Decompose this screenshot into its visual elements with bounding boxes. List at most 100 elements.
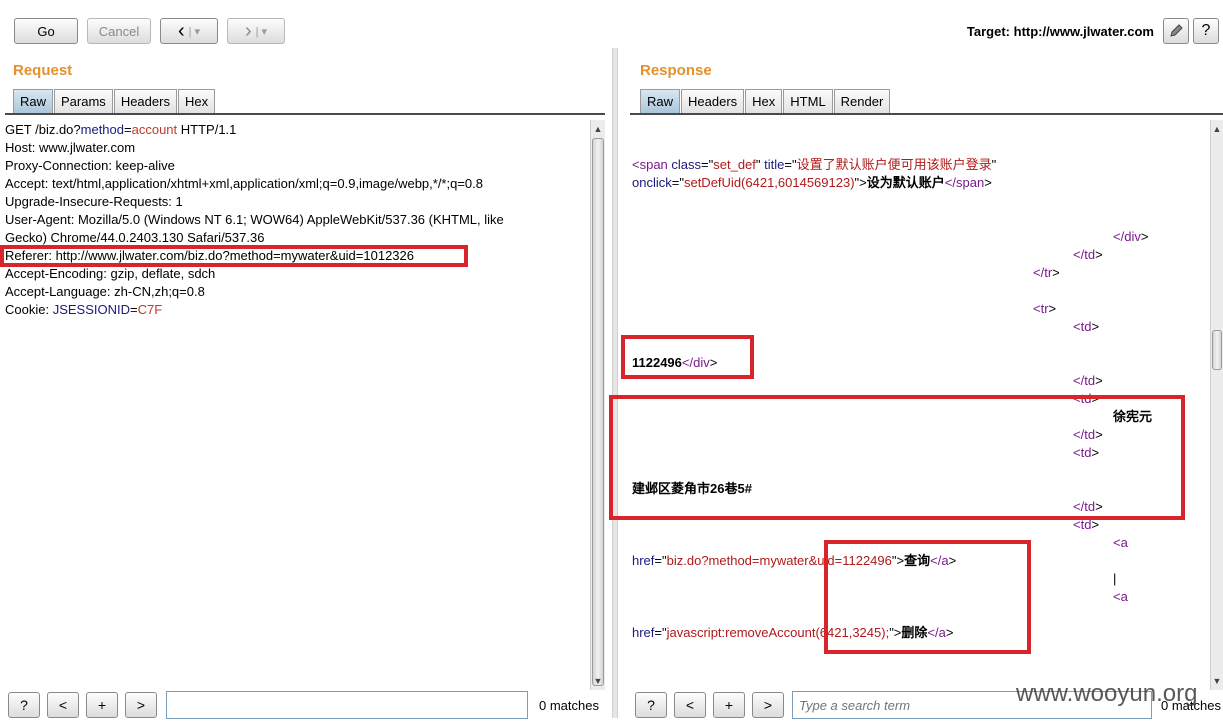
response-token: <	[1113, 535, 1121, 550]
request-tabs: Raw Params Headers Hex	[13, 89, 216, 113]
response-token: tr	[1040, 301, 1049, 316]
request-token: account	[131, 122, 178, 137]
request-token: =	[124, 122, 132, 137]
response-token: td	[1080, 319, 1092, 334]
request-search-input[interactable]	[166, 691, 528, 719]
tab-headers[interactable]: Headers	[681, 89, 745, 113]
go-button[interactable]: Go	[14, 18, 78, 44]
request-line: Cookie: JSESSIONID=C7F	[5, 301, 162, 319]
response-token: >	[1091, 319, 1100, 334]
response-token: <	[1073, 319, 1081, 334]
tab-hex[interactable]: Hex	[177, 89, 216, 113]
response-token: onclick	[632, 175, 672, 190]
response-next-button[interactable]: >	[752, 692, 784, 718]
response-token: ="	[654, 553, 667, 568]
request-line: Accept: text/html,application/xhtml+xml,…	[5, 175, 483, 193]
request-token: JSESSIONID	[52, 302, 130, 317]
request-token: Accept-Encoding: gzip, deflate, sdch	[5, 266, 216, 281]
response-token: ">	[854, 175, 867, 190]
tab-hex[interactable]: Hex	[745, 89, 783, 113]
tab-headers[interactable]: Headers	[113, 89, 177, 113]
request-token: Gecko) Chrome/44.0.2403.130 Safari/537.3…	[5, 230, 265, 245]
response-line: <span class="set_def" title="设置了默认账户便可用该…	[632, 156, 996, 174]
watermark: www.wooyun.org	[1016, 680, 1198, 707]
request-line: Host: www.jlwater.com	[5, 139, 135, 157]
response-token: |	[1113, 571, 1117, 586]
request-prev-button[interactable]: <	[47, 692, 79, 718]
response-token: >	[984, 175, 992, 190]
request-token: Proxy-Connection: keep-alive	[5, 158, 175, 173]
response-token: href	[632, 625, 655, 640]
response-line: <tr>	[1033, 300, 1056, 318]
request-token: Host: www.jlwater.com	[5, 140, 136, 155]
request-line: GET /biz.do?method=account HTTP/1.1	[5, 121, 236, 139]
tab-params[interactable]: Params	[54, 89, 113, 113]
cancel-button[interactable]: Cancel	[87, 18, 151, 44]
tab-render[interactable]: Render	[833, 89, 891, 113]
request-line: Accept-Encoding: gzip, deflate, sdch	[5, 265, 215, 283]
request-token: Accept-Language: zh-CN,zh;q=0.8	[5, 284, 205, 299]
response-line: </div>	[1113, 228, 1148, 246]
response-token: td	[1084, 373, 1096, 388]
response-help-button[interactable]: ?	[635, 692, 667, 718]
request-token: User-Agent: Mozilla/5.0 (Windows NT 6.1;…	[5, 212, 504, 227]
scroll-up-icon[interactable]: ▲	[1211, 122, 1223, 136]
pane-splitter[interactable]	[612, 48, 618, 718]
response-line: </td>	[1073, 246, 1103, 264]
tab-raw[interactable]: Raw	[640, 89, 681, 113]
request-token: Accept: text/html,application/xhtml+xml,…	[5, 176, 483, 191]
request-token: Upgrade-Insecure-Requests: 1	[5, 194, 183, 209]
response-token: span	[639, 157, 668, 172]
response-title: Response	[640, 62, 712, 79]
response-token: <	[1033, 301, 1041, 316]
request-token: =	[130, 302, 138, 317]
scroll-thumb[interactable]	[1212, 330, 1222, 370]
back-button[interactable]: ‹ | ▾	[160, 18, 218, 44]
response-scrollbar[interactable]: ▲ ▼	[1210, 120, 1223, 690]
response-token: ="	[701, 157, 714, 172]
request-title: Request	[13, 62, 73, 79]
request-token: C7F	[137, 302, 163, 317]
response-line: <a	[1113, 588, 1128, 606]
request-next-button[interactable]: >	[125, 692, 157, 718]
response-token: </	[944, 175, 956, 190]
response-line: <a	[1113, 534, 1128, 552]
help-button[interactable]: ?	[1193, 18, 1219, 44]
request-token: HTTP/1.1	[177, 122, 237, 137]
scroll-down-icon[interactable]: ▼	[1211, 674, 1223, 688]
response-token: tr	[1044, 265, 1053, 280]
request-add-button[interactable]: +	[86, 692, 118, 718]
response-line: onclick="setDefUid(6421,6014569123)">设为默…	[632, 174, 992, 192]
response-token: </	[1113, 229, 1125, 244]
response-token: >	[1048, 301, 1057, 316]
request-help-button[interactable]: ?	[8, 692, 40, 718]
scroll-thumb[interactable]	[592, 138, 604, 686]
dropdown-icon: | ▾	[188, 25, 201, 38]
chevron-right-icon: ›	[244, 20, 252, 42]
response-token: <	[632, 157, 640, 172]
response-token: </	[1073, 247, 1085, 262]
response-token: setDefUid(6421,6014569123)	[683, 175, 855, 190]
tab-raw[interactable]: Raw	[13, 89, 54, 113]
response-token: td	[1084, 247, 1096, 262]
dropdown-icon: | ▾	[255, 25, 268, 38]
request-token: Cookie:	[5, 302, 53, 317]
response-token: "	[991, 157, 997, 172]
response-token: </	[1073, 373, 1085, 388]
scroll-down-icon[interactable]: ▼	[591, 674, 605, 688]
response-add-button[interactable]: +	[713, 692, 745, 718]
request-scrollbar[interactable]: ▲ ▼	[590, 120, 605, 690]
request-matches: 0 matches	[539, 698, 599, 713]
edit-target-button[interactable]	[1163, 18, 1189, 44]
response-line: <td>	[1073, 318, 1099, 336]
tab-html[interactable]: HTML	[783, 89, 833, 113]
response-line: </tr>	[1033, 264, 1060, 282]
response-token: a	[1120, 589, 1128, 604]
response-prev-button[interactable]: <	[674, 692, 706, 718]
request-editor[interactable]: GET /biz.do?method=account HTTP/1.1 Host:…	[5, 120, 587, 690]
forward-button[interactable]: › | ▾	[227, 18, 285, 44]
response-line: </td>	[1073, 372, 1103, 390]
response-token: div	[1124, 229, 1141, 244]
response-token: 设置了默认账户便可用该账户登录	[796, 157, 992, 172]
scroll-up-icon[interactable]: ▲	[591, 122, 605, 136]
